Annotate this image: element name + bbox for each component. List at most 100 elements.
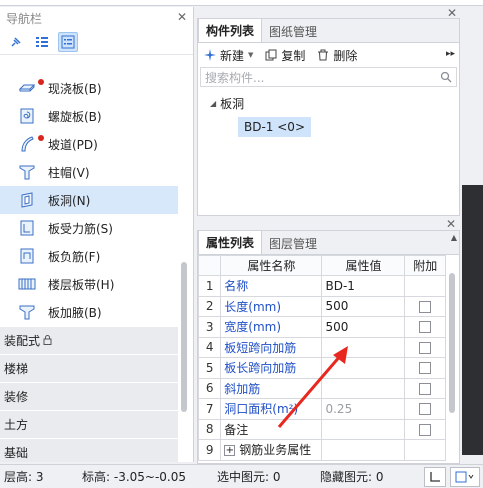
table-row[interactable]: 6 斜加筋	[197, 377, 446, 399]
nav-group-prefab[interactable]: 装配式	[0, 326, 178, 354]
property-value[interactable]	[321, 418, 406, 440]
slab-hole-icon	[18, 191, 36, 209]
list-view-icon[interactable]	[32, 32, 52, 52]
panel-close-icon[interactable]: ✕	[446, 217, 456, 231]
copy-button[interactable]: 复制	[265, 47, 305, 64]
delete-button[interactable]: 删除	[317, 47, 357, 64]
component-tabs: 构件列表 图纸管理	[198, 18, 459, 43]
property-extra	[404, 275, 446, 297]
new-badge-dot	[38, 135, 44, 141]
table-row[interactable]: 2 长度(mm) 500	[197, 295, 446, 317]
nav-group-earthwork[interactable]: 土方	[0, 410, 178, 438]
extra-checkbox[interactable]	[419, 403, 432, 416]
tab-drawing-management[interactable]: 图纸管理	[262, 20, 324, 42]
row-index: 3	[197, 316, 222, 338]
nav-panel: 导航栏 ✕ 现浇板(B) 螺旋板(B) 坡道(PD) 柱帽(V) 板洞(N) 板…	[0, 7, 194, 462]
nav-item-label: 楼层板带(H)	[48, 277, 115, 292]
property-name: 洞口面积(m²)	[220, 398, 323, 420]
property-value[interactable]	[321, 336, 406, 358]
tab-component-list[interactable]: 构件列表	[198, 18, 263, 42]
negative-rebar-icon	[18, 247, 36, 265]
nav-group-foundation[interactable]: 基础	[0, 438, 178, 462]
floor-height: 层高: 3	[4, 470, 44, 484]
nav-title: 导航栏 ✕	[0, 7, 193, 29]
panel-close-icon[interactable]: ✕	[447, 6, 457, 20]
expand-plus-icon[interactable]: +	[224, 445, 236, 457]
detail-view-icon[interactable]	[58, 31, 78, 52]
pin-icon[interactable]	[6, 32, 26, 52]
extra-checkbox[interactable]	[419, 362, 432, 375]
property-scroll-thumb[interactable]	[449, 273, 455, 413]
header-name: 属性名称	[220, 255, 323, 276]
property-name: 名称	[220, 275, 323, 297]
table-row[interactable]: 8 备注	[197, 418, 446, 440]
property-value[interactable]	[321, 377, 406, 399]
collapse-caret-icon[interactable]: ◢	[210, 99, 216, 108]
property-name: 长度(mm)	[220, 295, 323, 317]
tab-layer-management[interactable]: 图层管理	[262, 232, 324, 254]
extra-checkbox[interactable]	[419, 382, 432, 395]
nav-item-slab[interactable]: 现浇板(B)	[0, 74, 178, 102]
table-row[interactable]: 1 名称 BD-1	[197, 275, 446, 297]
table-row[interactable]: 9 + 钢筋业务属性	[197, 439, 446, 461]
tree-node-slab-hole[interactable]: ◢ 板洞	[210, 93, 459, 113]
property-extra	[404, 336, 446, 358]
delete-label: 删除	[333, 48, 358, 63]
nav-group-stairs[interactable]: 楼梯	[0, 354, 178, 382]
nav-group-label: 装配式	[4, 334, 41, 348]
nav-item-slab-haunch[interactable]: 板加腋(B)	[0, 298, 178, 326]
nav-item-column-cap[interactable]: 柱帽(V)	[0, 158, 178, 186]
orthogonal-icon[interactable]	[424, 467, 446, 487]
property-value[interactable]: BD-1	[321, 275, 406, 297]
property-extra	[404, 439, 446, 461]
dropdown-caret-icon: ▼	[248, 51, 254, 59]
extra-checkbox[interactable]	[419, 300, 432, 313]
scroll-up-caret-icon[interactable]: ▲	[451, 233, 457, 242]
property-scrollbar[interactable]	[448, 273, 456, 463]
component-search[interactable]: 搜索构件...	[200, 67, 457, 87]
property-value[interactable]: 500	[321, 316, 406, 338]
extra-checkbox[interactable]	[419, 341, 432, 354]
hidden-count: 隐藏图元: 0	[320, 470, 384, 484]
nav-item-ramp[interactable]: 坡道(PD)	[0, 130, 178, 158]
property-extra	[404, 398, 446, 420]
property-name: + 钢筋业务属性	[220, 439, 323, 461]
row-index: 7	[197, 398, 222, 420]
elevation: 标高: -3.05~-0.05	[82, 470, 187, 484]
row-index: 9	[197, 439, 222, 461]
header-extra: 附加	[404, 255, 446, 276]
property-value[interactable]	[321, 439, 406, 461]
extra-checkbox[interactable]	[419, 321, 432, 334]
nav-group-finishing[interactable]: 装修	[0, 382, 178, 410]
nav-item-slab-hole[interactable]: 板洞(N)	[0, 186, 178, 214]
table-row[interactable]: 4 板短跨向加筋	[197, 336, 446, 358]
table-row[interactable]: 5 板长跨向加筋	[197, 357, 446, 379]
property-value[interactable]	[321, 357, 406, 379]
tab-property-list[interactable]: 属性列表	[198, 230, 263, 254]
property-value[interactable]: 500	[321, 295, 406, 317]
extra-checkbox[interactable]	[419, 423, 432, 436]
top-strip	[0, 0, 483, 6]
lock-icon	[43, 334, 52, 348]
ramp-icon	[18, 135, 36, 153]
row-index: 1	[197, 275, 222, 297]
table-row[interactable]: 3 宽度(mm) 500	[197, 316, 446, 338]
tree-node-bd1[interactable]: BD-1 <0>	[238, 117, 311, 137]
property-table: 属性名称 属性值 附加 1 名称 BD-1 2 长度(mm) 500 3 宽度(mm) 500 4…	[197, 255, 446, 461]
header-index	[197, 255, 222, 276]
new-button[interactable]: 新建 ▼	[204, 47, 253, 64]
nav-item-slab-rebar[interactable]: 板受力筋(S)	[0, 214, 178, 242]
table-row[interactable]: 7 洞口面积(m²) 0.25	[197, 398, 446, 420]
nav-scroll-thumb[interactable]	[181, 262, 187, 412]
property-name-text: 钢筋业务属性	[239, 443, 312, 458]
nav-close-icon[interactable]: ✕	[177, 10, 187, 24]
property-value[interactable]: 0.25	[321, 398, 406, 420]
copy-icon	[265, 49, 277, 61]
select-box-icon[interactable]	[450, 467, 480, 487]
nav-item-spiral-slab[interactable]: 螺旋板(B)	[0, 102, 178, 130]
nav-item-slab-strip[interactable]: 楼层板带(H)	[0, 270, 178, 298]
nav-scrollbar[interactable]	[180, 74, 188, 462]
more-icon[interactable]: ▸▸	[446, 49, 455, 59]
nav-item-label: 板洞(N)	[48, 193, 91, 208]
nav-item-negative-rebar[interactable]: 板负筋(F)	[0, 242, 178, 270]
